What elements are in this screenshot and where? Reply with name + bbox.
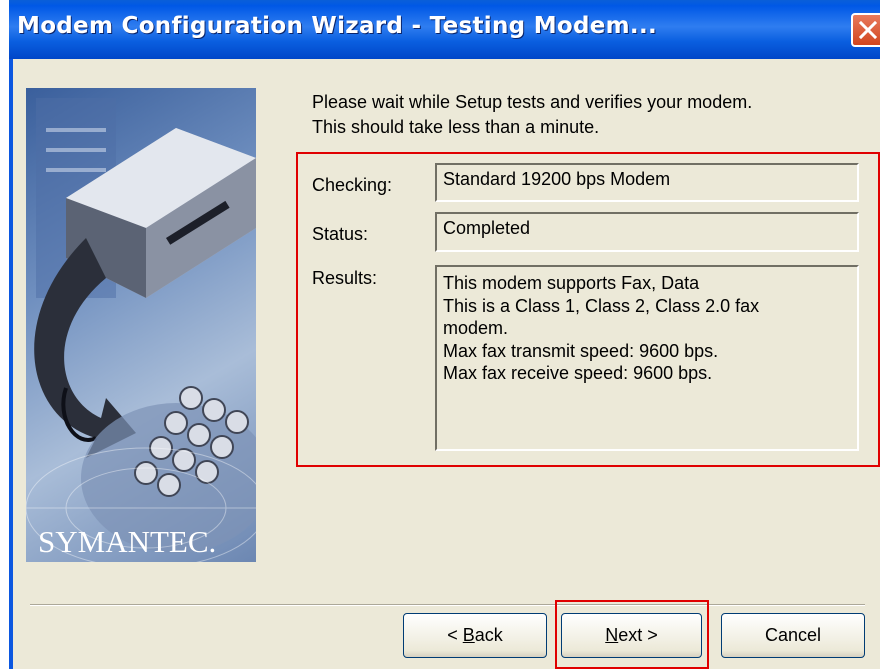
symantec-logo: SYMANTEC. (38, 524, 217, 559)
back-prefix: < (447, 625, 463, 645)
window-title: Modem Configuration Wizard - Testing Mod… (17, 13, 658, 39)
window-left-border (9, 59, 13, 669)
results-label: Results: (312, 268, 378, 288)
back-button[interactable]: < Back (403, 613, 547, 658)
button-separator (30, 604, 865, 606)
intro-line-2: This should take less than a minute. (312, 117, 600, 137)
wizard-side-graphic: SYMANTEC. (26, 88, 256, 562)
results-line: This is a Class 1, Class 2, Class 2.0 fa… (443, 295, 760, 316)
close-button[interactable] (851, 13, 880, 47)
title-bar[interactable]: Modem Configuration Wizard - Testing Mod… (9, 0, 880, 59)
results-line: Max fax receive speed: 9600 bps. (443, 363, 713, 383)
results-line: Max fax transmit speed: 9600 bps. (443, 340, 719, 361)
results-box[interactable]: This modem supports Fax, Data This is a … (435, 265, 859, 451)
status-label: Status: (312, 224, 369, 244)
intro-line-1: Please wait while Setup tests and verifi… (312, 92, 753, 112)
intro-text: Please wait while Setup tests and verifi… (312, 90, 752, 140)
results-line: This modem supports Fax, Data (443, 273, 700, 293)
close-icon (859, 21, 877, 39)
back-label: ack (474, 625, 503, 645)
results-line: modem. (443, 318, 509, 338)
next-highlight-box (555, 600, 709, 669)
cancel-button[interactable]: Cancel (721, 613, 865, 658)
status-field: Completed (435, 212, 859, 252)
checking-label: Checking: (312, 175, 393, 195)
checking-field: Standard 19200 bps Modem (435, 163, 859, 202)
modem-illustration-icon (26, 98, 256, 562)
back-mnemonic: B (462, 625, 475, 645)
